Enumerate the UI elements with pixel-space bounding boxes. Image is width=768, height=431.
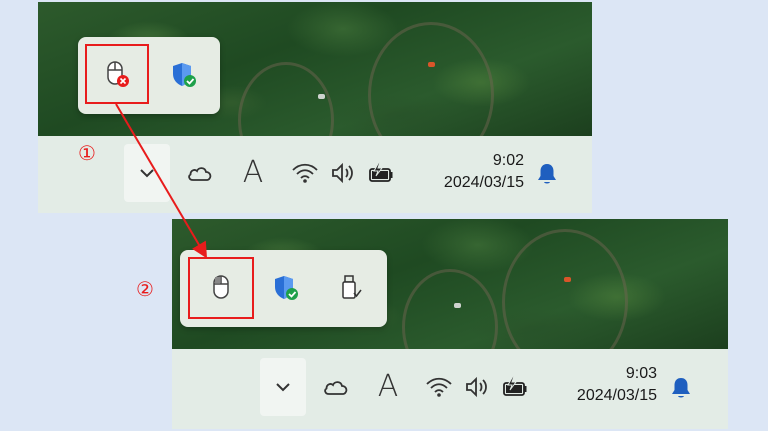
step-connector-arrow — [115, 103, 208, 259]
